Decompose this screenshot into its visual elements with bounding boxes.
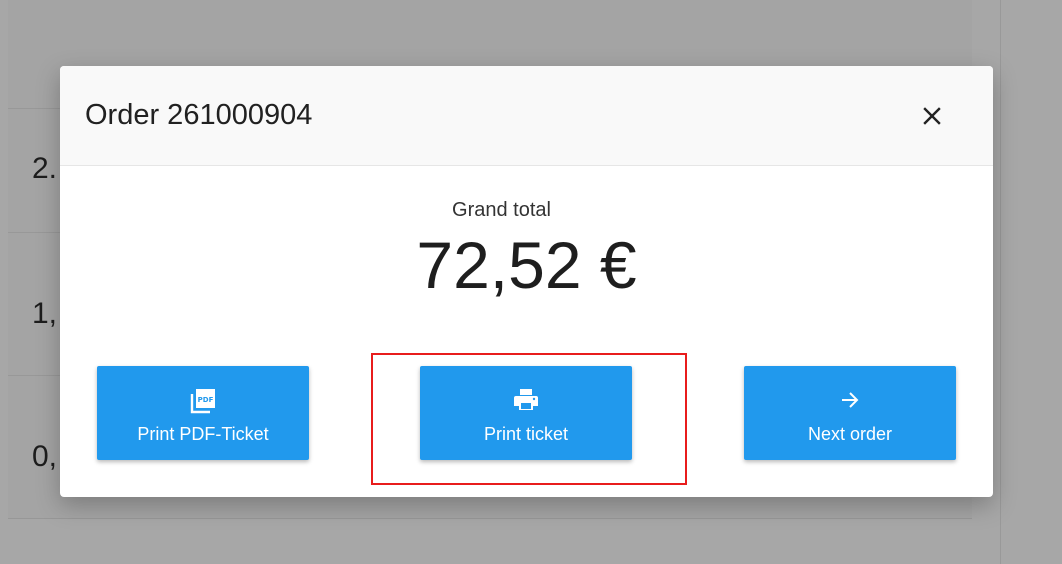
background-row-value: 1, xyxy=(32,297,58,330)
svg-text:PDF: PDF xyxy=(198,396,214,404)
background-row-value: 2. xyxy=(32,152,58,185)
print-ticket-button[interactable]: Print ticket xyxy=(420,366,632,460)
grand-total-value: 72,52 € xyxy=(416,228,637,302)
print-pdf-ticket-label: Print PDF-Ticket xyxy=(137,424,269,444)
dialog-title: Order 261000904 xyxy=(85,99,313,131)
close-icon xyxy=(923,107,941,125)
close-button[interactable] xyxy=(912,96,952,136)
grand-total-label: Grand total xyxy=(452,199,551,221)
print-ticket-label: Print ticket xyxy=(483,424,569,444)
arrow-right-icon xyxy=(842,392,859,408)
print-pdf-ticket-button[interactable]: PDF Print PDF-Ticket xyxy=(97,366,309,460)
pdf-icon: PDF xyxy=(190,389,215,414)
next-order-button[interactable]: Next order xyxy=(744,366,956,460)
app-screen: 2. 1, 0, Order 261000904 Grand total 72,… xyxy=(0,0,1062,564)
next-order-label: Next order xyxy=(807,424,893,444)
printer-icon xyxy=(514,389,538,410)
dialog-header: Order 261000904 xyxy=(60,66,993,166)
background-divider xyxy=(1000,0,1001,564)
background-row-value: 0, xyxy=(32,440,58,473)
order-dialog: Order 261000904 Grand total 72,52 € PDF … xyxy=(60,66,993,497)
